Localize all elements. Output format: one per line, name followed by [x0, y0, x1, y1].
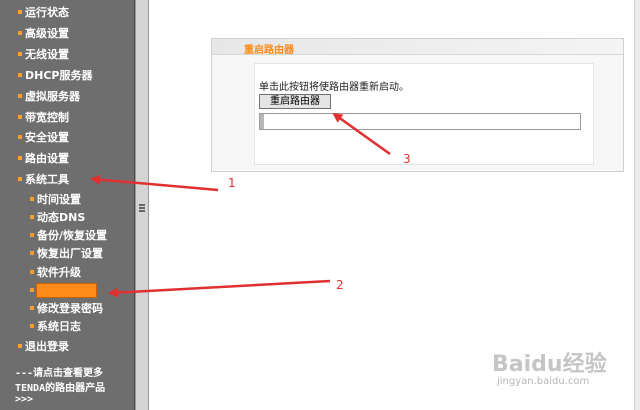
- bullet-icon: [18, 10, 22, 14]
- panel-body: 单击此按钮将使路由器重新启动。 重启路由器: [254, 63, 594, 165]
- bullet-icon: [18, 177, 22, 181]
- bullet-icon: [30, 215, 34, 219]
- sidebar-subitem-syslog[interactable]: 系统日志: [0, 317, 135, 337]
- sidebar-subitem-upgrade[interactable]: 软件升级: [0, 263, 135, 283]
- bullet-icon: [30, 251, 34, 255]
- bullet-icon: [30, 233, 34, 237]
- sidebar-item-logout[interactable]: 退出登录: [0, 337, 135, 357]
- watermark-url: jingyan.baidu.com: [497, 376, 590, 387]
- annotation-label-3: 3: [403, 152, 411, 166]
- bullet-icon: [18, 31, 22, 35]
- frame-splitter[interactable]: [135, 0, 149, 410]
- sidebar-subitem-ddns[interactable]: 动态DNS: [0, 208, 135, 228]
- grip-icon: [139, 204, 145, 212]
- panel-header: 重启路由器: [212, 39, 623, 56]
- sidebar-subitem-reboot[interactable]: 重启路由器: [0, 281, 135, 301]
- sidebar-item-routing[interactable]: 路由设置: [0, 149, 135, 169]
- bullet-icon: [18, 52, 22, 56]
- bullet-icon: [30, 197, 34, 201]
- sidebar-item-system-tools[interactable]: 系统工具: [0, 170, 135, 190]
- footer-line-1[interactable]: ---请点击查看更多: [15, 364, 103, 379]
- sidebar-item-security[interactable]: 安全设置: [0, 128, 135, 148]
- sidebar-subitem-password[interactable]: 修改登录密码: [0, 299, 135, 319]
- bullet-icon: [18, 156, 22, 160]
- bullet-icon: [30, 270, 34, 274]
- sidebar-item-advanced[interactable]: 高级设置: [0, 24, 135, 44]
- bullet-icon: [18, 135, 22, 139]
- bullet-icon: [18, 115, 22, 119]
- bullet-icon: [30, 324, 34, 328]
- reboot-router-button[interactable]: 重启路由器: [259, 94, 331, 109]
- sidebar-item-status[interactable]: 运行状态: [0, 3, 135, 23]
- reboot-panel: 重启路由器 单击此按钮将使路由器重新启动。 重启路由器: [211, 38, 624, 172]
- sidebar-subitem-factory-reset[interactable]: 恢复出厂设置: [0, 244, 135, 264]
- bullet-icon: [18, 73, 22, 77]
- bullet-icon: [18, 94, 22, 98]
- sidebar-subitem-time[interactable]: 时间设置: [0, 190, 135, 210]
- sidebar-item-bandwidth[interactable]: 带宽控制: [0, 108, 135, 128]
- sidebar-item-dhcp[interactable]: DHCP服务器: [0, 66, 135, 86]
- watermark-logo: Baidu经验: [492, 352, 607, 377]
- footer-line-3[interactable]: >>>: [15, 394, 33, 405]
- sidebar-subitem-backup[interactable]: 备份/恢复设置: [0, 226, 135, 246]
- bullet-icon: [30, 306, 34, 310]
- instruction-text: 单击此按钮将使路由器重新启动。: [259, 82, 409, 93]
- bullet-icon: [30, 288, 34, 292]
- sidebar-item-wireless[interactable]: 无线设置: [0, 45, 135, 65]
- annotation-label-1: 1: [228, 176, 236, 190]
- reboot-progress-bar: [259, 113, 581, 130]
- footer-line-2[interactable]: TENDA的路由器产品: [15, 379, 105, 394]
- bullet-icon: [18, 344, 22, 348]
- sidebar-item-virtual-server[interactable]: 虚拟服务器: [0, 87, 135, 107]
- sidebar: 运行状态 高级设置 无线设置 DHCP服务器 虚拟服务器 带宽控制 安全设置 路…: [0, 0, 135, 410]
- progress-fill: [260, 114, 264, 129]
- annotation-label-2: 2: [336, 278, 344, 292]
- page-title: 重启路由器: [244, 45, 294, 56]
- scrollbar[interactable]: [634, 0, 640, 410]
